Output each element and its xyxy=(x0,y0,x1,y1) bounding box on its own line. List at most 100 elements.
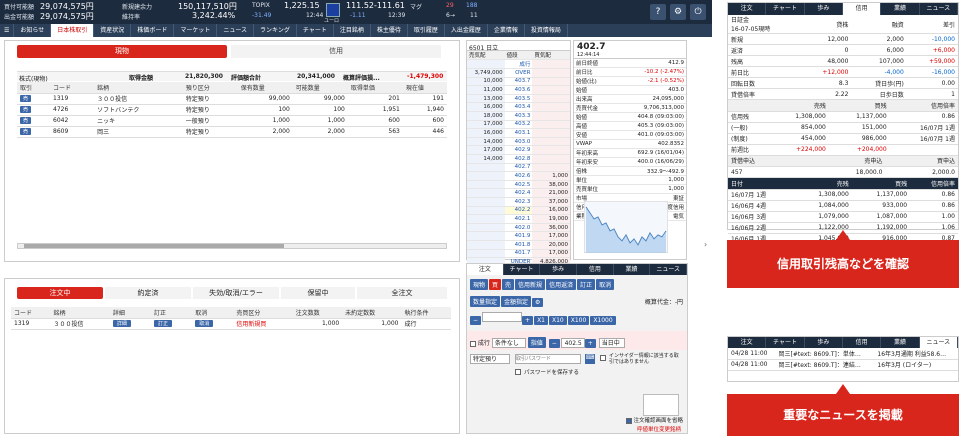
tab-news[interactable]: ニュース xyxy=(919,337,958,348)
step-button[interactable]: X100 xyxy=(567,316,590,325)
sell-button[interactable]: 売 xyxy=(20,95,32,102)
board-row[interactable]: 17,000 402.9 xyxy=(467,145,570,156)
news-headline-cont[interactable]: 16年3月 (ロイター) xyxy=(874,359,958,371)
board-row[interactable]: 402.7 xyxy=(467,163,570,173)
tab-ticks[interactable]: 歩み xyxy=(805,337,843,348)
tab-orders-open[interactable]: 注文中 xyxy=(17,287,103,299)
cancel-button[interactable]: 取消 xyxy=(195,320,214,327)
tab-order[interactable]: 注文 xyxy=(728,3,767,15)
board-row[interactable]: 16,000 403.4 xyxy=(467,102,570,113)
menu-item[interactable]: ニュース xyxy=(217,24,255,37)
sell-button[interactable]: 売 xyxy=(502,279,515,290)
menu-item[interactable]: 株主優待 xyxy=(371,24,408,37)
sell-button[interactable]: 売 xyxy=(20,128,32,135)
stock-name[interactable]: ニッキ xyxy=(94,115,183,127)
sell-button[interactable]: 売 xyxy=(20,106,32,113)
expiry-select[interactable]: 当日中 xyxy=(598,338,625,348)
amount-mode-button[interactable]: 金額指定 xyxy=(501,296,532,307)
step-button[interactable]: X1 xyxy=(534,316,548,325)
menu-toggle-icon[interactable]: ☰ xyxy=(0,24,15,37)
qty-mode-button[interactable]: 数量指定 xyxy=(470,296,501,307)
settings-icon[interactable]: ⚙ xyxy=(532,298,544,307)
tab-chart[interactable]: チャート xyxy=(766,337,805,348)
tab-order[interactable]: 注文 xyxy=(728,337,767,348)
step-button[interactable]: X1000 xyxy=(590,316,616,325)
menu-item[interactable]: 資産状況 xyxy=(94,24,132,37)
condition-select[interactable]: 条件なし xyxy=(491,338,526,348)
tab-chart[interactable]: チャート xyxy=(766,3,805,15)
tab-orders-filled[interactable]: 約定済 xyxy=(105,287,191,299)
tab-spot[interactable]: 現物 xyxy=(17,45,227,58)
save-password-checkbox[interactable] xyxy=(515,369,521,375)
board-row[interactable]: 成行 xyxy=(467,59,570,70)
help-icon[interactable]: ? xyxy=(650,4,666,20)
tab-news[interactable]: ニュース xyxy=(920,3,958,15)
tab-order[interactable]: 注文 xyxy=(467,264,504,275)
board-row[interactable]: 17,000 403.2 xyxy=(467,120,570,130)
tab-orders-all[interactable]: 全注文 xyxy=(357,287,447,299)
gear-icon[interactable]: ⚙ xyxy=(670,4,686,20)
board-row[interactable]: 401.7 17,000 xyxy=(467,249,570,259)
unit-change-link[interactable]: 呼値単位変更銘柄 xyxy=(637,425,681,433)
news-headline[interactable]: 岡三[#text: 8609.T]：単体… xyxy=(775,348,875,360)
board-row[interactable]: 18,000 403.3 xyxy=(467,111,570,121)
submit-area[interactable] xyxy=(643,394,679,416)
menu-item[interactable]: チャート xyxy=(297,24,334,37)
board-row[interactable]: 402.1 19,000 xyxy=(467,214,570,224)
news-row[interactable]: 04/28 11:00 岡三[#text: 8609.T]：単体… 16年3月通… xyxy=(728,348,958,360)
news-headline[interactable]: 岡三[#text: 8609.T]：連結… xyxy=(775,359,875,371)
board-row[interactable]: 10,000 403.7 xyxy=(467,77,570,87)
keyboard-icon[interactable]: ⌨ xyxy=(585,354,595,364)
board-row[interactable]: 401.8 20,000 xyxy=(467,240,570,250)
buy-button[interactable]: 買 xyxy=(489,279,502,290)
scrollbar-thumb[interactable] xyxy=(24,244,284,248)
sell-button[interactable]: 売 xyxy=(20,117,32,124)
tab-margin[interactable]: 信用 xyxy=(231,45,441,58)
menu-item[interactable]: マーケット xyxy=(174,24,218,37)
margin-open-button[interactable]: 信用新規 xyxy=(515,279,546,290)
menu-item[interactable]: 投資情報局 xyxy=(525,24,568,37)
tab-margin[interactable]: 信用 xyxy=(842,3,882,15)
board-row[interactable]: 402.6 1,000 xyxy=(467,171,570,181)
tab-chart[interactable]: チャート xyxy=(504,264,541,275)
price-input[interactable]: 402.5 xyxy=(560,338,585,348)
margin-close-button[interactable]: 信用返済 xyxy=(546,279,577,290)
board-row[interactable]: 14,000 403.0 xyxy=(467,137,570,147)
account-select[interactable]: 特定預り xyxy=(470,354,510,364)
qty-input[interactable] xyxy=(482,312,523,322)
tab-orders-failed[interactable]: 失効/取消/エラー xyxy=(193,287,279,299)
menu-item[interactable]: 注目銘柄 xyxy=(334,24,371,37)
password-input[interactable] xyxy=(515,354,581,364)
menu-item[interactable]: 入出金履歴 xyxy=(445,24,488,37)
board-symbol[interactable]: 6501 日立 xyxy=(467,41,570,52)
spot-button[interactable]: 現物 xyxy=(470,279,489,290)
board-row[interactable]: 401.9 17,000 xyxy=(467,231,570,241)
insider-checkbox[interactable] xyxy=(600,355,606,361)
board-row[interactable]: 402.5 38,000 xyxy=(467,180,570,190)
menu-item[interactable]: 株価ボード xyxy=(131,24,175,37)
cancel-button[interactable]: 取消 xyxy=(596,279,615,290)
tab-ticks[interactable]: 歩み xyxy=(805,3,843,15)
board-row[interactable]: 16,000 403.1 xyxy=(467,128,570,138)
menu-item[interactable]: 取引履歴 xyxy=(408,24,445,37)
board-row[interactable]: 3,749,000 OVER xyxy=(467,68,570,78)
stock-name[interactable]: ３００投信 xyxy=(94,93,183,105)
stock-name[interactable]: ソフトバンテク xyxy=(94,104,183,116)
market-checkbox[interactable] xyxy=(470,340,476,347)
tab-results[interactable]: 業績 xyxy=(614,264,651,275)
qty-plus-button[interactable]: + xyxy=(522,316,534,325)
board-row[interactable]: 11,000 403.6 xyxy=(467,85,570,95)
menu-item[interactable]: ランキング xyxy=(254,24,297,37)
tab-results[interactable]: 業績 xyxy=(881,3,920,15)
news-row[interactable]: 04/28 11:00 岡三[#text: 8609.T]：連結… 16年3月 … xyxy=(728,359,958,371)
tab-orders-pending[interactable]: 保留中 xyxy=(281,287,355,299)
edit-button[interactable]: 訂正 xyxy=(154,320,173,327)
horizontal-scrollbar[interactable] xyxy=(17,243,447,249)
board-row[interactable]: 402.4 21,000 xyxy=(467,188,570,198)
detail-button[interactable]: 詳細 xyxy=(112,320,131,327)
tab-ticks[interactable]: 歩み xyxy=(540,264,578,275)
qty-minus-button[interactable]: − xyxy=(470,316,482,325)
board-row[interactable]: 402.2 16,000 xyxy=(467,206,570,216)
tab-margin[interactable]: 信用 xyxy=(577,264,614,275)
news-headline-cont[interactable]: 16年3月通期 利益58.6… xyxy=(874,348,958,360)
